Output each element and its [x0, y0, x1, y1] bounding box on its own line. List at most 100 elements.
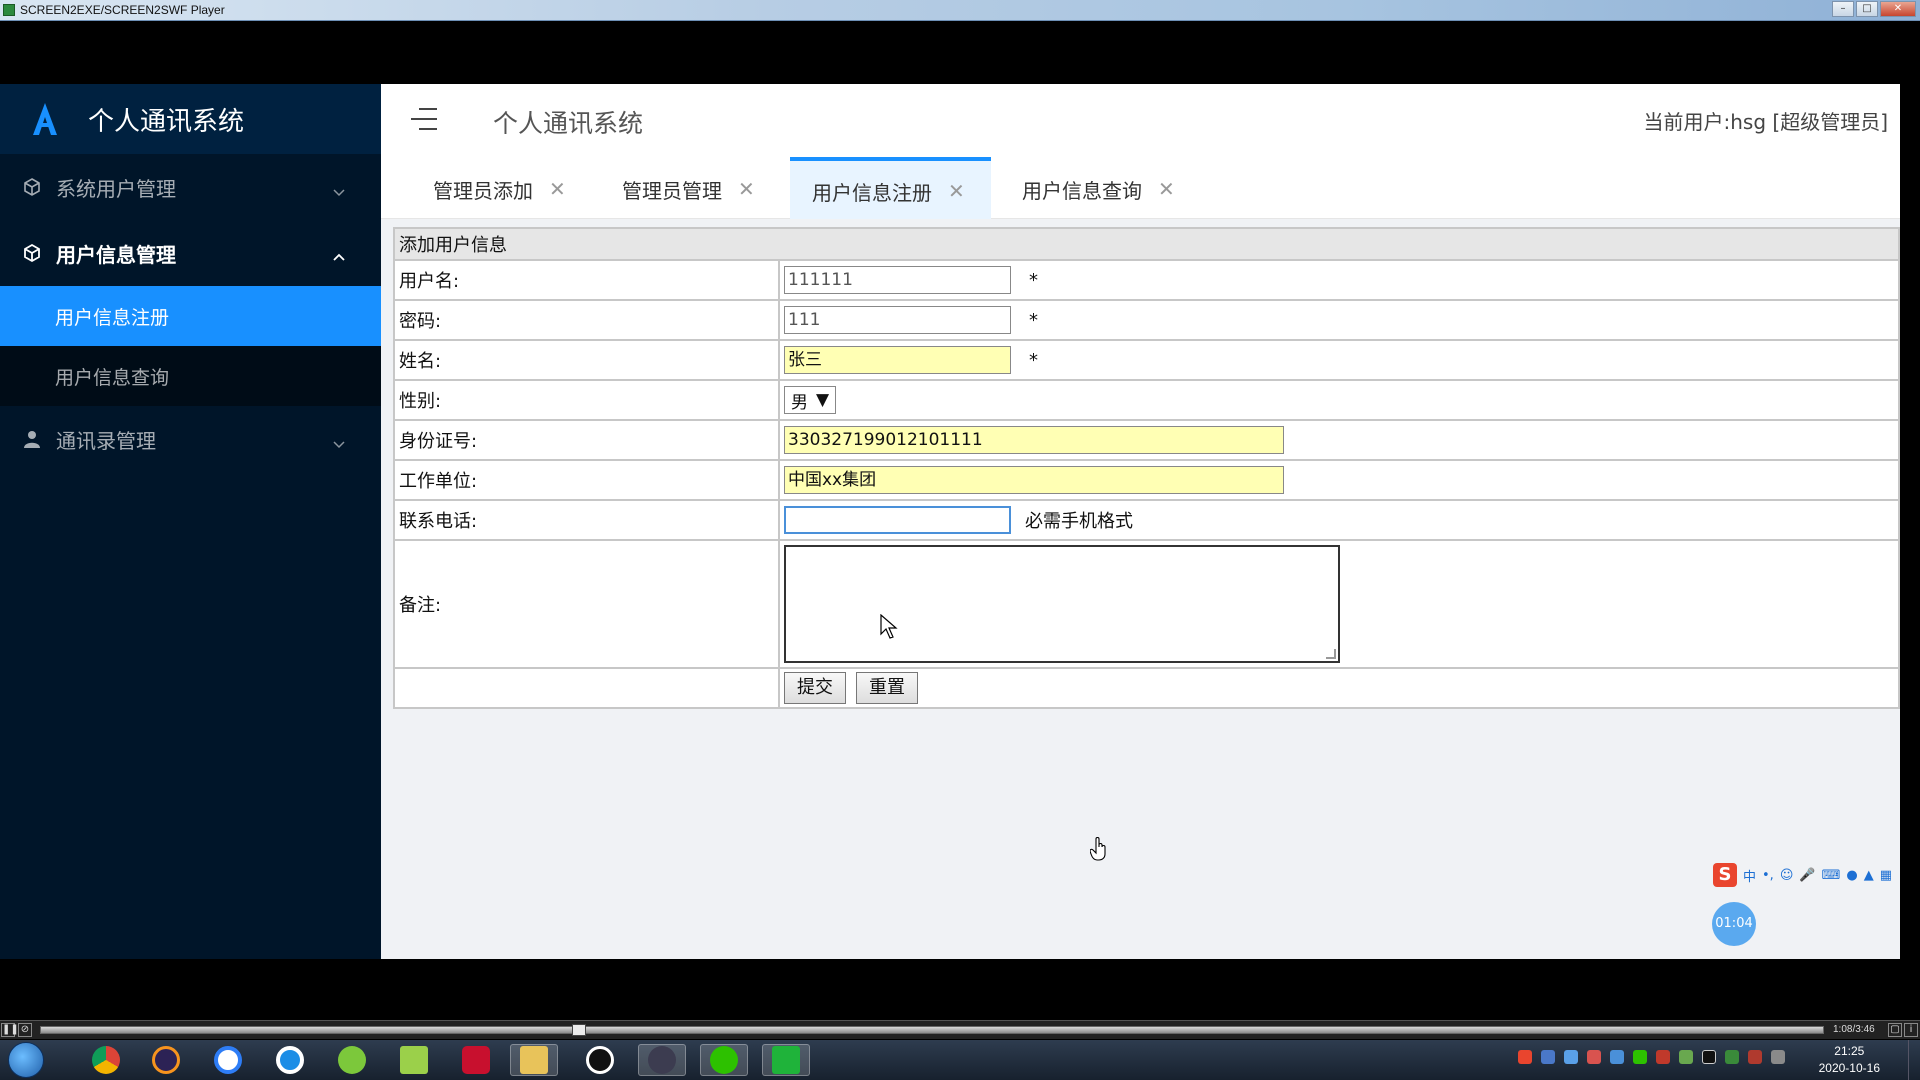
buttons-label-cell — [393, 667, 780, 709]
file-explorer-icon[interactable] — [510, 1044, 558, 1076]
tray-app-icon[interactable] — [1679, 1050, 1693, 1064]
gender-select[interactable]: 男 ▼ — [784, 386, 837, 414]
app-window: 个人通讯系统 系统用户管理 用户信息管理 用户信息注册 用户信息查询 通讯录管理… — [0, 84, 1900, 959]
chevron-down-icon — [333, 431, 345, 449]
start-button-icon[interactable] — [8, 1042, 44, 1078]
emoji-icon[interactable]: ☺ — [1780, 868, 1794, 883]
minimize-button[interactable]: – — [1832, 1, 1854, 17]
submenu-item-user-register[interactable]: 用户信息注册 — [0, 286, 381, 346]
chevron-down-icon — [333, 179, 345, 197]
tray-volume-icon[interactable] — [1748, 1050, 1762, 1064]
player-app-icon — [3, 4, 15, 16]
ime-mode[interactable]: 中 — [1743, 866, 1756, 885]
tab-user-register[interactable]: 用户信息注册 ✕ — [790, 157, 991, 219]
username-label: 用户名: — [393, 259, 780, 301]
screen-player-icon[interactable] — [762, 1044, 810, 1076]
logo-icon — [30, 101, 60, 137]
progress-thumb[interactable] — [572, 1024, 586, 1036]
menu-user-info[interactable]: 用户信息管理 — [0, 220, 381, 286]
tray-network-icon[interactable] — [1725, 1050, 1739, 1064]
tab-bar: 管理员添加 ✕ 管理员管理 ✕ 用户信息注册 ✕ 用户信息查询 ✕ — [381, 157, 1900, 219]
user-register-form: 添加用户信息 用户名: 111111 * 密码: 111 * 姓名: 张三 * 性别:… — [393, 227, 1900, 709]
sogou-ime-icon[interactable]: S — [1713, 863, 1737, 887]
pause-button[interactable]: ❚❚ — [1, 1023, 19, 1037]
brand-title: 个人通讯系统 — [88, 106, 245, 137]
tab-label: 用户信息查询 — [1022, 178, 1142, 203]
media-app-icon[interactable] — [638, 1044, 686, 1076]
page-title: 个人通讯系统 — [493, 109, 644, 138]
skin-icon[interactable]: ▲ — [1864, 868, 1874, 883]
password-input[interactable]: 111 — [784, 306, 1011, 334]
menu-label: 用户信息管理 — [56, 242, 176, 267]
tray-qq-icon[interactable] — [1702, 1050, 1716, 1064]
qq-icon[interactable] — [576, 1044, 624, 1076]
close-icon[interactable]: ✕ — [549, 177, 566, 201]
grid-icon[interactable]: ▦ — [1880, 868, 1892, 883]
eclipse-icon[interactable] — [142, 1044, 190, 1076]
tray-shield-icon[interactable] — [1564, 1050, 1578, 1064]
chrome-icon[interactable] — [82, 1044, 130, 1076]
name-label: 姓名: — [393, 339, 780, 381]
tray-app-icon[interactable] — [1587, 1050, 1601, 1064]
mouse-cursor-icon — [880, 613, 898, 644]
tray-security-icon[interactable] — [1610, 1050, 1624, 1064]
tray-arrow-icon[interactable] — [1656, 1050, 1670, 1064]
password-label: 密码: — [393, 299, 780, 341]
progress-track[interactable] — [40, 1024, 1824, 1036]
browser-icon[interactable] — [266, 1044, 314, 1076]
resize-grip-icon[interactable] — [1326, 649, 1336, 659]
reset-button[interactable]: 重置 — [856, 672, 918, 704]
show-desktop-button[interactable] — [1908, 1040, 1920, 1080]
required-mark: * — [1029, 349, 1038, 371]
menu-system-users[interactable]: 系统用户管理 — [0, 154, 381, 220]
baidu-netdisk-icon[interactable] — [204, 1044, 252, 1076]
keyboard-icon[interactable]: ⌨ — [1822, 868, 1841, 883]
user-icon[interactable]: ● — [1846, 868, 1857, 883]
submit-button[interactable]: 提交 — [784, 672, 846, 704]
stop-button[interactable]: ⊘ — [18, 1023, 32, 1037]
tab-admin-add[interactable]: 管理员添加 ✕ — [433, 157, 566, 219]
tray-display-icon[interactable] — [1771, 1050, 1785, 1064]
punctuation-icon[interactable]: •, — [1762, 868, 1774, 883]
close-icon[interactable]: ✕ — [1158, 177, 1175, 201]
idcard-input[interactable]: 330327199012101111 — [784, 426, 1284, 454]
microphone-icon[interactable]: 🎤 — [1799, 868, 1815, 883]
close-icon[interactable]: ✕ — [738, 177, 755, 201]
taskbar: 21:25 2020-10-16 — [0, 1040, 1920, 1080]
tray-app-icon[interactable] — [1541, 1050, 1555, 1064]
remark-textarea[interactable] — [784, 545, 1340, 663]
phone-input[interactable] — [784, 506, 1011, 534]
notepad-icon[interactable] — [390, 1044, 438, 1076]
tab-admin-manage[interactable]: 管理员管理 ✕ — [622, 157, 755, 219]
wechat-icon[interactable] — [700, 1044, 748, 1076]
tab-user-query[interactable]: 用户信息查询 ✕ — [1022, 157, 1175, 219]
name-input[interactable]: 张三 — [784, 346, 1011, 374]
submenu-item-user-query[interactable]: 用户信息查询 — [0, 346, 381, 406]
fullscreen-button[interactable]: ▢ — [1888, 1023, 1902, 1037]
menu-fold-icon[interactable] — [411, 108, 437, 132]
gender-label: 性别: — [393, 379, 780, 421]
form-heading: 添加用户信息 — [393, 227, 1900, 261]
username-input[interactable]: 111111 — [784, 266, 1011, 294]
sidebar: 个人通讯系统 系统用户管理 用户信息管理 用户信息注册 用户信息查询 通讯录管理 — [0, 84, 381, 959]
flash-icon[interactable] — [452, 1044, 500, 1076]
close-icon[interactable]: ✕ — [948, 179, 965, 203]
player-title: SCREEN2EXE/SCREEN2SWF Player — [20, 3, 225, 17]
workplace-label: 工作单位: — [393, 459, 780, 501]
playback-time: 1:08/3:46 — [1833, 1024, 1875, 1035]
close-window-button[interactable]: ✕ — [1880, 1, 1916, 17]
chevron-up-icon — [333, 245, 345, 261]
tab-label: 管理员添加 — [433, 178, 533, 203]
window-controls: – □ ✕ — [1832, 1, 1916, 17]
workplace-input[interactable]: 中国xx集团 — [784, 466, 1284, 494]
maximize-button[interactable]: □ — [1856, 1, 1878, 17]
brand: 个人通讯系统 — [0, 84, 381, 154]
hand-cursor-icon — [1089, 836, 1108, 865]
tab-label: 管理员管理 — [622, 178, 722, 203]
clock[interactable]: 21:25 2020-10-16 — [1819, 1043, 1880, 1077]
sogou-tray-icon[interactable] — [1518, 1050, 1532, 1064]
menu-contacts[interactable]: 通讯录管理 — [0, 406, 381, 472]
leaf-app-icon[interactable] — [328, 1044, 376, 1076]
tray-wechat-icon[interactable] — [1633, 1050, 1647, 1064]
info-button[interactable]: i — [1904, 1023, 1918, 1037]
